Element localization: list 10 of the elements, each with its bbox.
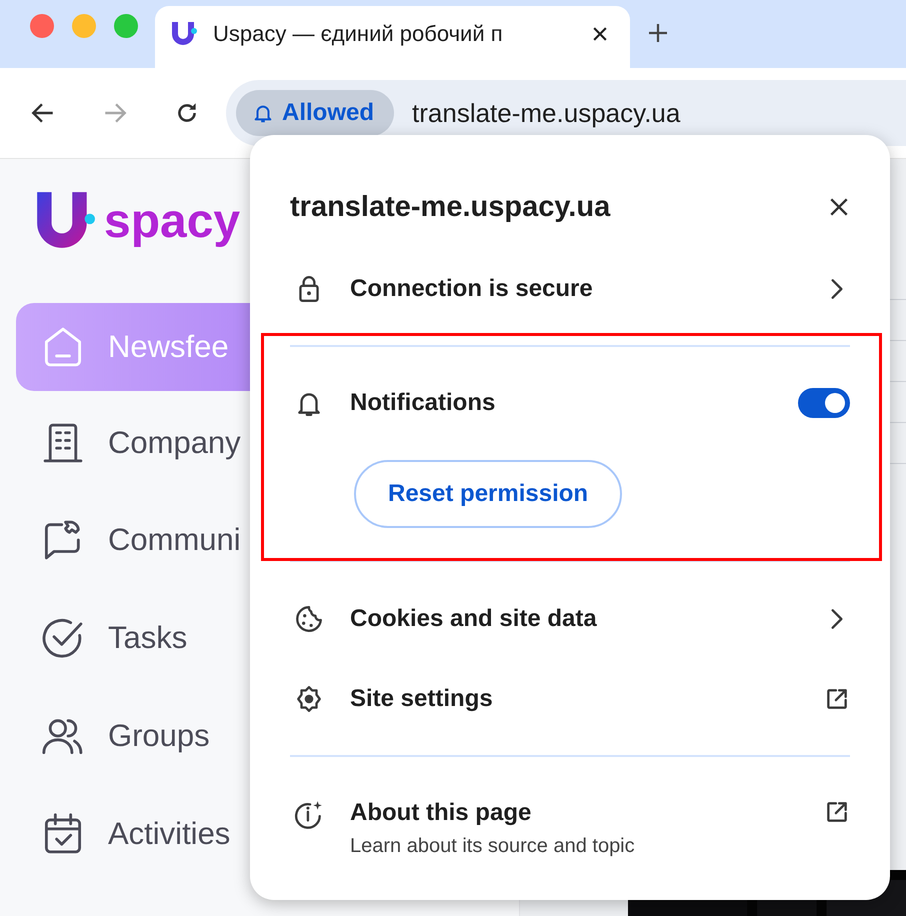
- row-label: Connection is secure: [350, 275, 594, 303]
- tab-title: Uspacy — єдиний робочий п: [213, 21, 504, 47]
- row-label: Notifications: [350, 389, 496, 417]
- url-text: translate-me.uspacy.ua: [412, 98, 680, 128]
- row-label: About this page: [350, 799, 532, 827]
- logo-text: spacy: [104, 194, 240, 248]
- popup-title: translate-me.uspacy.ua: [290, 190, 610, 224]
- row-label: Site settings: [350, 685, 494, 713]
- row-label: Cookies and site data: [350, 605, 598, 633]
- row-subtitle: Learn about its source and topic: [350, 835, 636, 858]
